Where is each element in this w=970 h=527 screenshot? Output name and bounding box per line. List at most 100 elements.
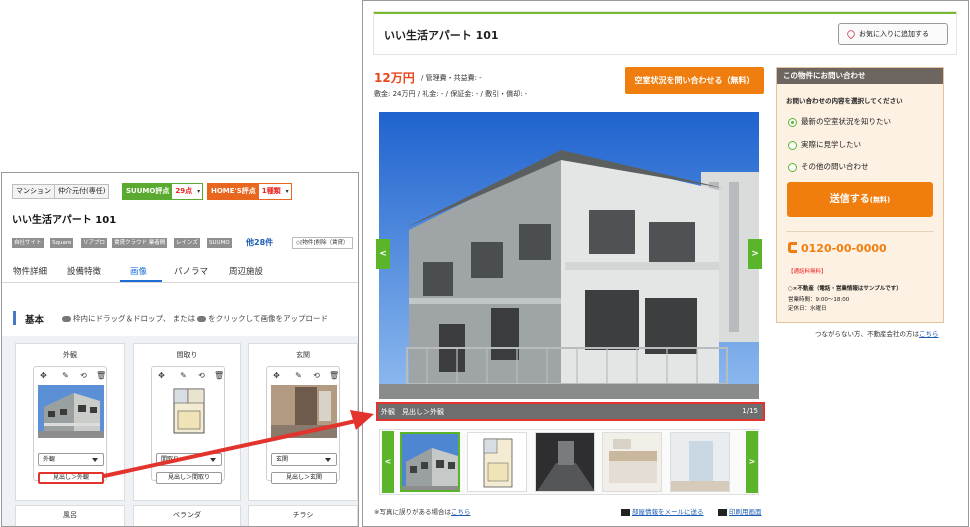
inquiry-prompt: お問い合わせの内容を選択してください: [786, 97, 903, 105]
inquiry-panel: この物件にお問い合わせ お問い合わせの内容を選択してください 最新の空室状況を知…: [776, 67, 944, 323]
cannot-connect-link[interactable]: こちら: [919, 330, 939, 338]
thumbnail-floorplan[interactable]: [467, 432, 527, 492]
portal-tag: SUUMO: [207, 238, 232, 248]
heading-button[interactable]: 見出し＞外観: [38, 472, 104, 484]
portal-tag: Square: [50, 238, 74, 248]
deposit-info: 敷金: 24万円 / 礼金: - / 保証金: - / 敷引・償却: -: [374, 90, 528, 98]
move-icon[interactable]: ✥: [272, 371, 281, 380]
image-card-floorplan: 間取り ✥ ✎ ⟲ 🗑 間取り 見出し＞間取り: [133, 343, 241, 501]
upload-help-text: 枠内にドラッグ＆ドロップ、 または をクリックして画像をアップロード: [60, 313, 328, 324]
kitchen-thumb-image: [603, 433, 661, 491]
trash-icon[interactable]: 🗑: [214, 371, 224, 380]
tab-features[interactable]: 設備特徴: [67, 265, 101, 277]
image-category-select[interactable]: 間取り: [156, 453, 222, 466]
delete-memo-tag: ◇[物件]削除（賃貸）: [292, 237, 353, 249]
move-icon[interactable]: ✥: [39, 371, 48, 380]
heading-button[interactable]: 見出し＞間取り: [156, 472, 222, 484]
trash-icon[interactable]: 🗑: [329, 371, 339, 380]
prev-photo-button[interactable]: <: [376, 239, 390, 269]
upload-cloud-icon[interactable]: [197, 316, 207, 322]
rotate-icon[interactable]: ⟲: [312, 371, 321, 380]
chevron-left-icon: <: [379, 249, 387, 259]
thumbs-prev-button[interactable]: <: [382, 431, 394, 493]
image-dropzone[interactable]: ✥ ✎ ⟲ 🗑 外観 見出し＞外観: [33, 366, 107, 484]
thumbnail-strip: < >: [379, 429, 759, 495]
exterior-thumb-image: [402, 434, 458, 490]
edit-icon[interactable]: ✎: [294, 371, 303, 380]
section-marker: [13, 311, 16, 325]
photo-caption: 外観 見出し＞外観: [381, 408, 444, 416]
cannot-connect-note: つながらない方、不動産会社の方はこちら: [815, 330, 939, 338]
add-favorite-button[interactable]: お気に入りに追加する: [838, 23, 948, 45]
image-category-select[interactable]: 玄関: [271, 453, 337, 466]
edit-icon[interactable]: ✎: [61, 371, 70, 380]
inquiry-header: この物件にお問い合わせ: [777, 68, 943, 84]
image-category-select[interactable]: 外観: [38, 453, 104, 466]
homes-score-select[interactable]: HOME'S評点 1種類 ▾: [207, 183, 292, 200]
thumbs-next-button[interactable]: >: [746, 431, 758, 493]
radio-selected-icon: [788, 117, 797, 127]
tab-property-detail[interactable]: 物件詳細: [13, 265, 47, 277]
room-thumb-image: [671, 433, 729, 491]
photo-error-note: ※写真に誤りがある場合はこちら: [374, 508, 471, 516]
image-dropzone[interactable]: ✥ ✎ ⟲ 🗑 玄関 見出し＞玄関: [266, 366, 340, 484]
management-fee: / 管理費・共益費: -: [421, 74, 482, 82]
floorplan-thumb-image: [468, 433, 526, 491]
image-dropzone[interactable]: ✥ ✎ ⟲ 🗑 間取り 見出し＞間取り: [151, 366, 225, 484]
phone-icon: [788, 242, 797, 253]
property-title: いい生活アパート 101: [12, 215, 117, 226]
tab-surroundings[interactable]: 周辺施設: [229, 265, 263, 277]
next-photo-button[interactable]: >: [748, 239, 762, 269]
printer-icon: [718, 508, 727, 516]
vacancy-inquiry-button[interactable]: 空室状況を問い合わせる（無料）: [625, 67, 764, 94]
thumbnail-kitchen[interactable]: [602, 432, 662, 492]
image-card-exterior: 外観 ✥ ✎ ⟲ 🗑 外観 見出し＞外観: [15, 343, 125, 501]
suumo-score-select[interactable]: SUUMO評点 29点 ▾: [122, 183, 204, 200]
brokerage-chip: 仲介元付(専任): [54, 184, 110, 199]
thumbnail-entrance[interactable]: [535, 432, 595, 492]
photo-error-link[interactable]: こちら: [451, 508, 471, 516]
mail-icon: [621, 508, 630, 516]
portal-tag: レインズ: [174, 238, 200, 248]
tab-images[interactable]: 画像: [130, 265, 147, 277]
heading-button[interactable]: 見出し＞玄関: [271, 472, 337, 484]
image-card-entrance: 玄関 ✥ ✎ ⟲ 🗑 玄関 見出し＞玄関: [248, 343, 358, 501]
entrance-thumbnail: [271, 385, 337, 438]
photo-caption-bar: 外観 見出し＞外観 1/15: [376, 402, 765, 421]
photo-counter: 1/15: [742, 407, 758, 415]
inquiry-option-vacancy[interactable]: 最新の空室状況を知りたい: [788, 116, 891, 127]
tab-panorama[interactable]: パノラマ: [174, 265, 208, 277]
rotate-icon[interactable]: ⟲: [79, 371, 88, 380]
exterior-thumbnail: [38, 385, 104, 438]
image-card-bath: 風呂: [15, 505, 125, 526]
section-title: 基本: [25, 315, 45, 326]
inquiry-divider: [786, 231, 934, 232]
free-call-note: 【通話料無料】: [788, 269, 827, 275]
email-room-info-link[interactable]: 部屋情報をメールに送る: [621, 506, 704, 516]
move-icon[interactable]: ✥: [157, 371, 166, 380]
thumbnail-room[interactable]: [670, 432, 730, 492]
phone-number[interactable]: 0120-00-0000: [788, 242, 887, 255]
chevron-down-icon: ▾: [197, 188, 201, 195]
main-photo: [379, 112, 759, 399]
property-type-chip: マンション: [12, 184, 55, 199]
rent-price: 12万円: [374, 71, 415, 85]
radio-icon: [788, 140, 797, 150]
edit-icon[interactable]: ✎: [179, 371, 188, 380]
send-inquiry-button[interactable]: 送信する(無料): [787, 182, 933, 217]
print-view-link[interactable]: 印刷用画面: [718, 506, 762, 516]
inquiry-option-other[interactable]: その他の問い合わせ: [788, 161, 869, 172]
listing-title: いい生活アパート 101: [384, 29, 499, 42]
image-card-balcony: ベランダ: [133, 505, 241, 526]
trash-icon[interactable]: 🗑: [96, 371, 106, 380]
portal-tag: リアプロ: [81, 238, 108, 248]
upload-cloud-icon: [62, 316, 71, 322]
image-card-flyer: チラシ: [248, 505, 358, 526]
more-portals-link[interactable]: 他28件: [246, 237, 273, 248]
chevron-left-icon: <: [384, 457, 392, 466]
tab-divider: [2, 282, 358, 283]
admin-panel: マンション 仲介元付(専任) SUUMO評点 29点 ▾ HOME'S評点 1種類 ▾ …: [1, 172, 359, 527]
thumbnail-exterior[interactable]: [400, 432, 460, 492]
inquiry-option-viewing[interactable]: 実際に見学したい: [788, 139, 861, 150]
rotate-icon[interactable]: ⟲: [197, 371, 206, 380]
